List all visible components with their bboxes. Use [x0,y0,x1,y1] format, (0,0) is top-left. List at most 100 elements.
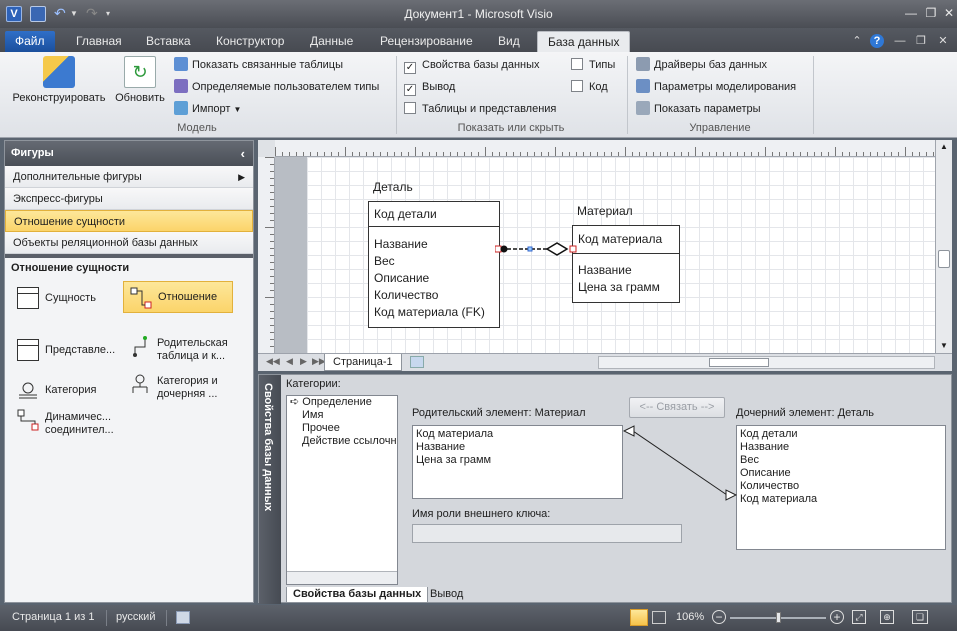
parent-column-item[interactable]: Название [413,441,622,454]
macro-record-icon[interactable] [176,611,190,624]
fit-page-icon[interactable]: ⤢ [852,610,866,624]
category-item-name[interactable]: Имя [287,409,397,422]
category-item-referential[interactable]: Действие ссылочн [287,435,397,448]
show-params-button[interactable]: Показать параметры [636,100,761,118]
help-icon[interactable]: ? [870,34,884,48]
child-column-item[interactable]: Код детали [737,428,945,441]
shape-dynamic-connector[interactable]: Динамичес... соединител... [17,409,137,439]
zoom-slider-thumb[interactable] [776,612,781,623]
horizontal-scroll-thumb[interactable] [709,358,769,367]
reconstruct-icon [43,56,75,88]
show-related-tables-button[interactable]: Показать связанные таблицы [174,56,343,74]
vertical-scrollbar[interactable]: ▲ ▼ [935,140,952,353]
page-tab[interactable]: Страница-1 [324,354,402,371]
maximize-button[interactable]: ❐ [922,4,940,22]
fullscreen-view-icon[interactable] [652,611,666,624]
stencil-relational-db-objects[interactable]: Объекты реляционной базы данных [5,232,253,254]
output-checkbox[interactable]: ✓ Вывод [404,78,455,96]
page-nav-prev-icon[interactable]: ◀ [286,356,293,367]
db-properties-checkbox[interactable]: ✓ Свойства базы данных [404,56,540,74]
modeling-params-button[interactable]: Параметры моделирования [636,78,796,96]
tab-data[interactable]: Данные [300,31,363,52]
tab-insert[interactable]: Вставка [136,31,201,52]
shape-parent-child[interactable]: Родительская таблица и к... [129,335,247,365]
shape-entity[interactable]: Сущность [17,287,117,313]
tab-home[interactable]: Главная [66,31,132,52]
categories-hscroll[interactable] [287,571,397,584]
page-nav-first-icon[interactable]: ◀◀ [266,356,280,367]
pan-zoom-icon[interactable]: ⊕ [880,610,894,624]
zoom-out-icon[interactable]: − [712,610,726,624]
user-defined-types-button[interactable]: Определяемые пользователем типы [174,78,379,96]
connector-crowfoot-dot [500,245,508,253]
shape-category[interactable]: Категория [17,379,127,403]
zoom-slider[interactable] [730,612,826,623]
child-column-item[interactable]: Количество [737,480,945,493]
tab-file[interactable]: Файл [5,31,55,52]
shape-category-child[interactable]: Категория и дочерняя ... [129,373,247,403]
tab-design[interactable]: Конструктор [206,31,294,52]
doc-minimize-icon[interactable]: — [893,34,907,48]
stencil-more-shapes[interactable]: Дополнительные фигуры ▶ [5,166,253,188]
category-item-misc[interactable]: Прочее [287,422,397,435]
categories-list[interactable]: ➪ Определение Имя Прочее Действие ссылоч… [286,395,398,585]
parent-columns-list[interactable]: Код материала Название Цена за грамм [412,425,623,499]
link-button[interactable]: <-- Связать --> [629,397,725,418]
tables-views-checkbox[interactable]: Таблицы и представления [404,100,556,118]
entity-detail[interactable]: Деталь Код детали Название Вес Описание … [368,180,500,328]
shape-view[interactable]: Представле... [17,339,127,365]
scroll-down-icon[interactable]: ▼ [936,339,952,353]
entity-material-fields: Название Цена за грамм [573,254,679,296]
ruler-tick [919,152,920,156]
ruler-tick [270,290,274,291]
shape-relationship[interactable]: Отношение [123,281,233,313]
stencil-quick-shapes[interactable]: Экспресс-фигуры [5,188,253,210]
child-column-item[interactable]: Описание [737,467,945,480]
tab-view[interactable]: Вид [488,31,530,52]
parent-column-item[interactable]: Код материала [413,428,622,441]
switch-windows-icon[interactable]: ❏ [912,610,928,624]
tab-database[interactable]: База данных [537,31,631,52]
child-columns-list[interactable]: Код детали Название Вес Описание Количес… [736,425,946,550]
tab-output[interactable]: Вывод [424,587,469,603]
status-page[interactable]: Страница 1 из 1 [12,611,94,623]
entity-material[interactable]: Материал Код материала Название Цена за … [572,204,680,303]
drawing-page[interactable]: Деталь Код детали Название Вес Описание … [307,157,935,353]
stencil-entity-relationship[interactable]: Отношение сущности [5,210,253,232]
tab-review[interactable]: Рецензирование [370,31,483,52]
minimize-ribbon-icon[interactable]: ⌃ [850,34,864,48]
import-button[interactable]: Импорт ▼ [174,100,241,118]
child-column-item[interactable]: Название [737,441,945,454]
child-column-item[interactable]: Код материала [737,493,945,506]
collapse-pane-icon[interactable]: ‹ [241,141,245,166]
normal-view-icon[interactable] [630,609,648,626]
ruler-tick [422,152,423,156]
zoom-in-icon[interactable]: + [830,610,844,624]
minimize-button[interactable]: — [902,4,920,22]
tables-views-label: Таблицы и представления [422,103,557,115]
tab-database-properties[interactable]: Свойства базы данных [286,587,429,603]
fk-role-input[interactable] [412,524,682,543]
drawing-canvas[interactable]: Деталь Код детали Название Вес Описание … [275,157,935,353]
ruler-tick [639,152,640,156]
entity-detail-name: Деталь [373,180,413,194]
child-column-item[interactable]: Вес [737,454,945,467]
relationship-connector[interactable] [495,241,577,261]
status-language[interactable]: русский [116,611,155,623]
zoom-level[interactable]: 106% [676,611,704,623]
doc-restore-icon[interactable]: ❐ [914,34,928,48]
parent-column-item[interactable]: Цена за грамм [413,454,622,467]
insert-page-icon[interactable] [410,356,424,368]
scroll-up-icon[interactable]: ▲ [936,140,952,154]
types-checkbox[interactable]: Типы [571,56,615,74]
reconstruct-button[interactable]: Реконструировать [8,56,110,104]
horizontal-scrollbar[interactable] [598,356,935,369]
refresh-button[interactable]: ↻ Обновить [112,56,168,104]
db-drivers-button[interactable]: Драйверы баз данных [636,56,767,74]
vertical-scroll-thumb[interactable] [938,250,950,268]
code-checkbox[interactable]: Код [571,78,608,96]
close-button[interactable]: ✕ [940,4,957,22]
doc-close-icon[interactable]: ✕ [936,34,950,48]
category-item-definition[interactable]: ➪ Определение [287,396,397,409]
page-nav-next-icon[interactable]: ▶ [300,356,307,367]
